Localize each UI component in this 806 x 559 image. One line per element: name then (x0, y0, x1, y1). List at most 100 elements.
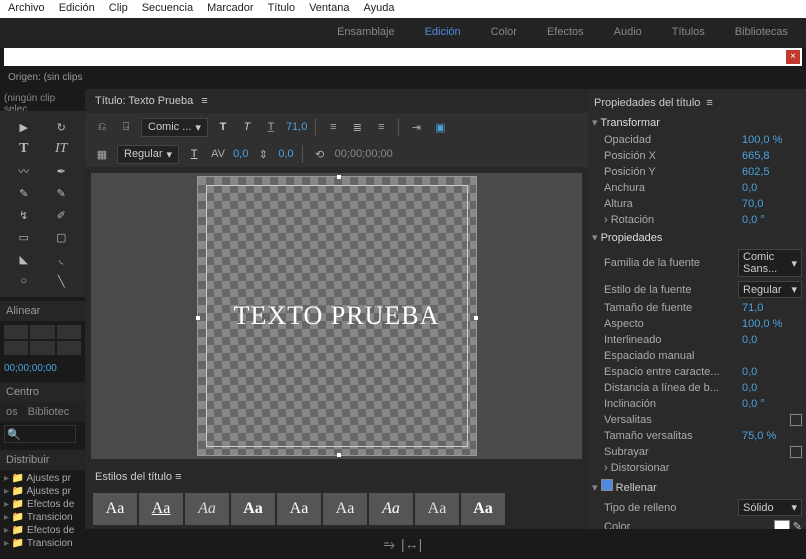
delete-anchor-icon[interactable]: ✎ (44, 183, 80, 203)
fill-type-dropdown[interactable]: Sólido▾ (738, 499, 802, 516)
type-tool-icon[interactable]: T (6, 139, 42, 159)
menu-item[interactable]: Secuencia (142, 2, 193, 16)
menu-item[interactable]: Ventana (309, 2, 349, 16)
distort-section[interactable]: › Distorsionar (604, 462, 669, 474)
marker-icon[interactable]: |↔| (401, 536, 422, 552)
prop-value[interactable]: 602,5 (742, 166, 802, 178)
add-anchor-icon[interactable]: ✎ (6, 183, 42, 203)
align-center-icon[interactable]: ≣ (348, 118, 366, 136)
panel-menu-icon[interactable]: ≡ (175, 471, 181, 483)
line-tool-icon[interactable]: ╲ (44, 271, 80, 291)
prop-value[interactable]: 0,0 (742, 334, 802, 346)
tree-item[interactable]: Ajustes pr (4, 485, 81, 498)
workspace-tab[interactable]: Bibliotecas (735, 26, 788, 40)
leading-value[interactable]: 0,0 (278, 148, 293, 160)
prop-value[interactable]: 70,0 (742, 198, 802, 210)
menu-item[interactable]: Archivo (8, 2, 45, 16)
font-style-dropdown[interactable]: Regular▾ (738, 281, 802, 298)
align-buttons[interactable] (0, 321, 85, 359)
font-size-value[interactable]: 71,0 (286, 121, 307, 133)
menu-item[interactable]: Marcador (207, 2, 253, 16)
style-preset[interactable]: Aa (323, 493, 367, 525)
arc-tool-icon[interactable]: ◟ (44, 249, 80, 269)
pen-tool-icon[interactable]: ✒ (44, 161, 80, 181)
eyedropper-icon[interactable]: ✐ (44, 205, 80, 225)
workspace-tab[interactable]: Efectos (547, 26, 584, 40)
project-tab[interactable]: Bibliotec (28, 406, 70, 418)
snap-icon[interactable]: ⥱ (384, 536, 395, 553)
underline-icon[interactable]: T (185, 145, 203, 163)
properties-section[interactable]: Propiedades (592, 228, 802, 247)
ellipse-tool-icon[interactable]: ○ (6, 271, 42, 291)
vertical-type-tool-icon[interactable]: IT (44, 139, 80, 159)
font-family-dropdown[interactable]: Comic Sans...▾ (738, 249, 802, 277)
close-icon[interactable]: × (786, 50, 800, 64)
menu-item[interactable]: Edición (59, 2, 95, 16)
prop-value[interactable]: 71,0 (742, 302, 802, 314)
color-swatch[interactable] (774, 520, 790, 529)
templates-icon[interactable]: ⎌ (93, 118, 111, 136)
menu-item[interactable]: Ayuda (363, 2, 394, 16)
font-style-select[interactable]: Regular▾ (117, 145, 179, 164)
rectangle-tool-icon[interactable]: ▭ (6, 227, 42, 247)
kerning-value[interactable]: 0,0 (233, 148, 248, 160)
style-preset[interactable]: Aa (277, 493, 321, 525)
prop-value[interactable]: 0,0 ° (742, 214, 802, 226)
roll-icon[interactable]: ⍈ (117, 118, 135, 136)
tree-item[interactable]: Transicion (4, 511, 81, 524)
effects-tree[interactable]: Ajustes pr Ajustes pr Efectos de Transic… (0, 470, 85, 552)
workspace-tab[interactable]: Color (491, 26, 517, 40)
prop-value[interactable]: 75,0 % (742, 430, 802, 442)
prop-value[interactable]: 0,0 (742, 382, 802, 394)
selection-tool-icon[interactable]: ▶ (6, 117, 42, 137)
workspace-tab-active[interactable]: Edición (425, 26, 461, 40)
fill-checkbox[interactable] (601, 479, 613, 491)
tree-item[interactable]: Efectos de (4, 498, 81, 511)
prop-value[interactable]: 0,0 ° (742, 398, 802, 410)
timecode-display[interactable]: 00;00;00;00 (0, 359, 85, 378)
panel-menu-icon[interactable]: ≡ (706, 97, 712, 109)
align-left-icon[interactable]: ≡ (324, 118, 342, 136)
menu-item[interactable]: Clip (109, 2, 128, 16)
prop-value[interactable]: 665,8 (742, 150, 802, 162)
tree-item[interactable]: Ajustes pr (4, 472, 81, 485)
eyedropper-icon[interactable]: ✎ (793, 521, 802, 529)
prop-value[interactable]: 100,0 % (742, 318, 802, 330)
style-preset[interactable]: Aa (185, 493, 229, 525)
search-input[interactable] (4, 425, 76, 443)
underline-checkbox[interactable] (790, 446, 802, 458)
italic-icon[interactable]: T (238, 118, 256, 136)
workspace-tab[interactable]: Ensamblaje (337, 26, 394, 40)
style-preset[interactable]: Aa (369, 493, 413, 525)
fill-section[interactable]: Rellenar (592, 476, 802, 497)
prop-value[interactable]: 0,0 (742, 182, 802, 194)
style-preset[interactable]: Aa (93, 493, 137, 525)
path-type-tool-icon[interactable]: 〰 (6, 161, 42, 181)
prop-value[interactable]: 0,0 (742, 366, 802, 378)
style-preset[interactable]: Aa (415, 493, 459, 525)
rotate-tool-icon[interactable]: ↻ (44, 117, 80, 137)
smallcaps-checkbox[interactable] (790, 414, 802, 426)
style-preset[interactable]: Aa (231, 493, 275, 525)
workspace-tab[interactable]: Títulos (672, 26, 705, 40)
style-preset[interactable]: Aa (461, 493, 505, 525)
tab-icon[interactable]: ⇥ (407, 118, 425, 136)
menu-item[interactable]: Título (268, 2, 296, 16)
align-right-icon[interactable]: ≡ (372, 118, 390, 136)
title-canvas[interactable]: TEXTO PRUEBA (91, 173, 582, 459)
tree-item[interactable]: Efectos de (4, 524, 81, 537)
panel-menu-icon[interactable]: ≡ (201, 95, 207, 107)
tree-item[interactable]: Transicion (4, 537, 81, 550)
background-icon[interactable]: ▦ (93, 145, 111, 163)
toolbar-timecode[interactable]: 00;00;00;00 (335, 148, 393, 160)
project-tab[interactable]: os (6, 406, 18, 418)
bold-icon[interactable]: T (214, 118, 232, 136)
convert-anchor-icon[interactable]: ↯ (6, 205, 42, 225)
prop-value[interactable]: 100,0 % (742, 134, 802, 146)
wedge-tool-icon[interactable]: ◣ (6, 249, 42, 269)
workspace-tab[interactable]: Audio (614, 26, 642, 40)
sync-icon[interactable]: ⟲ (311, 145, 329, 163)
font-family-select[interactable]: Comic ...▾ (141, 118, 208, 137)
transform-section[interactable]: Transformar (592, 113, 802, 132)
rounded-rect-tool-icon[interactable]: ▢ (44, 227, 80, 247)
